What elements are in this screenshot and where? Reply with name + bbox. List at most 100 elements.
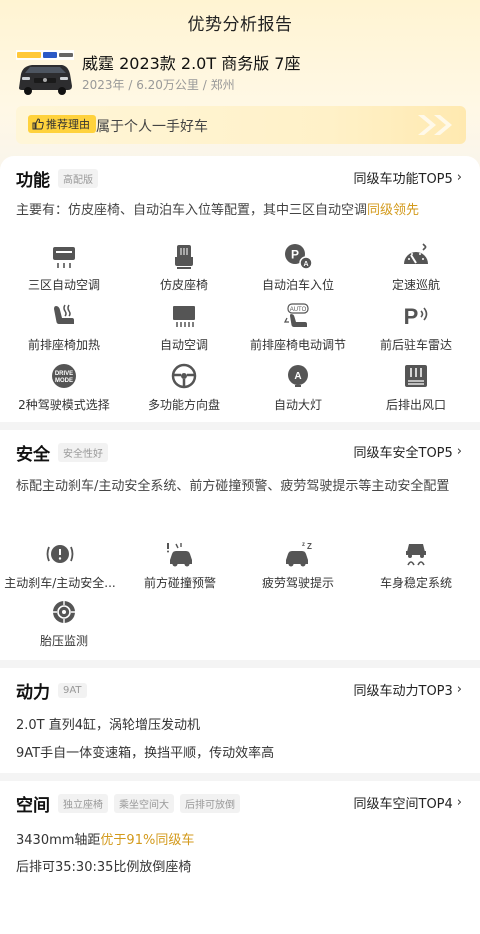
power-section: 动力 9AT 同级车动力TOP3 › 2.0T 直列4缸，涡轮增压发动机 9AT…: [0, 668, 480, 773]
safety-stability[interactable]: 车身稳定系统: [356, 540, 476, 600]
chevron-right-icon: ›: [456, 444, 462, 459]
power-seat-icon: AUTO: [283, 303, 309, 327]
collision-warning-icon: [167, 543, 192, 567]
safety-section: 安全 安全性好 同级车安全TOP5 › 标配主动刹车/主动安全系统、前方碰撞预警…: [0, 430, 480, 660]
feature-label: 仿皮座椅: [159, 278, 208, 292]
space-top4-label: 同级车空间TOP4: [353, 797, 453, 812]
function-title: 功能: [16, 170, 50, 191]
recommend-reason-tag-label: 推荐理由: [46, 118, 90, 131]
drive-mode-icon: DRIVE MODE: [52, 364, 76, 388]
auto-park-icon: P A: [285, 244, 313, 270]
recommend-reason-text: 属于个人一手好车: [96, 119, 208, 135]
feature-auto-ac[interactable]: 自动空调: [124, 302, 244, 362]
space-section: 空间 独立座椅 乘坐空间大 后排可放倒 同级车空间TOP4 › 3430mm轴距…: [0, 781, 480, 934]
power-top3-label: 同级车动力TOP3: [353, 684, 453, 699]
space-wheelbase-text: 3430mm轴距: [16, 833, 101, 848]
rear-vent-icon: [405, 365, 427, 387]
feature-label: 定速巡航: [391, 278, 440, 292]
power-top3-link[interactable]: 同级车动力TOP3 ›: [354, 680, 463, 699]
seat-icon: [175, 245, 193, 269]
power-line-engine: 2.0T 直列4缸，涡轮增压发动机: [16, 718, 201, 733]
function-badge: 高配版: [58, 168, 98, 188]
dealer-logo-strip: [16, 50, 74, 60]
feature-label: 自动泊车入位: [261, 278, 334, 292]
safety-tire-pressure[interactable]: 胎压监测: [4, 598, 124, 658]
function-desc-highlight: 同级领先: [367, 203, 420, 218]
power-title: 动力: [16, 682, 50, 703]
svg-text:A: A: [303, 261, 308, 268]
chevron-right-icon: ›: [456, 795, 462, 810]
fatigue-icon: Z z: [286, 542, 312, 567]
safety-top5-link[interactable]: 同级车安全TOP5 ›: [354, 442, 463, 461]
safety-brake[interactable]: 主动刹车/主动安全...: [0, 540, 120, 600]
svg-text:P: P: [291, 248, 299, 262]
svg-text:z: z: [302, 542, 305, 548]
safety-label: 车身稳定系统: [379, 576, 452, 590]
ac-icon: [53, 247, 75, 268]
feature-auto-light[interactable]: A 自动大灯: [238, 362, 358, 422]
auto-ac-icon: [173, 306, 195, 327]
space-line-rear-seat: 后排可35:30:35比例放倒座椅: [16, 860, 192, 875]
chevron-right-icon: ›: [456, 682, 462, 697]
space-top4-link[interactable]: 同级车空间TOP4 ›: [354, 793, 463, 812]
feature-steering-wheel[interactable]: 多功能方向盘: [124, 362, 244, 422]
car-name: 威霆 2023款 2.0T 商务版 7座: [82, 54, 301, 73]
drive-mode-text-1: DRIVE: [55, 371, 73, 377]
feature-label: 前后驻车雷达: [379, 338, 452, 352]
feature-leather-seat[interactable]: 仿皮座椅: [124, 242, 244, 302]
car-card[interactable]: 威霆 2023款 2.0T 商务版 7座 2023年 / 6.20万公里 / 郑…: [16, 46, 466, 102]
safety-top5-label: 同级车安全TOP5: [353, 446, 453, 461]
feature-power-seat[interactable]: AUTO 前排座椅电动调节: [238, 302, 358, 362]
feature-seat-heat[interactable]: 前排座椅加热: [4, 302, 124, 362]
function-top5-link[interactable]: 同级车功能TOP5 ›: [354, 168, 463, 187]
feature-auto-park[interactable]: P A 自动泊车入位: [238, 242, 358, 302]
feature-drive-mode[interactable]: DRIVE MODE 2种驾驶模式选择: [4, 362, 124, 422]
feature-label: 前排座椅加热: [27, 338, 100, 352]
space-badge: 乘坐空间大: [114, 793, 174, 813]
feature-label: 2种驾驶模式选择: [18, 398, 110, 412]
safety-fatigue[interactable]: Z z 疲劳驾驶提示: [238, 540, 358, 600]
parking-radar-icon: P: [404, 304, 428, 329]
safety-label: 主动刹车/主动安全...: [4, 576, 116, 590]
safety-title: 安全: [16, 444, 50, 465]
auto-light-icon: A: [288, 365, 308, 387]
safety-label: 疲劳驾驶提示: [261, 576, 334, 590]
double-chevron-decor-icon: [418, 115, 452, 135]
space-line-wheelbase: 3430mm轴距优于91%同级车: [16, 829, 194, 848]
feature-label: 三区自动空调: [27, 278, 100, 292]
safety-badge: 安全性好: [58, 442, 108, 462]
car-thumbnail: [16, 50, 74, 96]
power-line-gearbox: 9AT手自一体变速箱，换挡平顺，传动效率高: [16, 746, 275, 761]
feature-parking-radar[interactable]: P 前后驻车雷达: [356, 302, 476, 362]
safety-label: 胎压监测: [39, 634, 88, 648]
function-section: 功能 高配版 同级车功能TOP5 › 主要有：仿皮座椅、自动泊车入位等配置，其中…: [0, 156, 480, 422]
recommend-reason-bar: 推荐理由 属于个人一手好车: [16, 106, 466, 144]
feature-ac[interactable]: 三区自动空调: [4, 242, 124, 302]
page-title: 优势分析报告: [187, 15, 293, 35]
feature-label: 自动大灯: [273, 398, 322, 412]
chevron-right-icon: ›: [456, 170, 462, 185]
svg-text:A: A: [294, 371, 301, 382]
feature-label: 自动空调: [159, 338, 208, 352]
feature-cruise[interactable]: 定速巡航: [356, 242, 476, 302]
safety-description: 标配主动刹车/主动安全系统、前方碰撞预警、疲劳驾驶提示等主动安全配置: [16, 479, 450, 494]
function-desc-text: 主要有：仿皮座椅、自动泊车入位等配置，其中三区自动空调: [16, 203, 368, 218]
cruise-icon: [404, 243, 428, 264]
car-meta: 2023年 / 6.20万公里 / 郑州: [82, 78, 235, 92]
feature-rear-vent[interactable]: 后排出风口: [356, 362, 476, 422]
svg-text:AUTO: AUTO: [290, 307, 307, 313]
recommend-reason-tag: 推荐理由: [28, 115, 96, 133]
feature-label: 后排出风口: [385, 398, 446, 412]
feature-label: 多功能方向盘: [147, 398, 220, 412]
safety-collision[interactable]: 前方碰撞预警: [120, 540, 240, 600]
function-description: 主要有：仿皮座椅、自动泊车入位等配置，其中三区自动空调同级领先: [16, 200, 466, 221]
safety-label: 前方碰撞预警: [143, 576, 216, 590]
space-title: 空间: [16, 795, 50, 816]
space-wheelbase-highlight: 优于91%同级车: [100, 833, 195, 848]
svg-text:Z: Z: [307, 542, 312, 551]
feature-label: 前排座椅电动调节: [249, 338, 346, 352]
thumbs-up-icon: [32, 118, 44, 130]
brake-warning-icon: [46, 545, 74, 563]
drive-mode-text-2: MODE: [55, 378, 73, 384]
function-top5-label: 同级车功能TOP5: [353, 172, 453, 187]
